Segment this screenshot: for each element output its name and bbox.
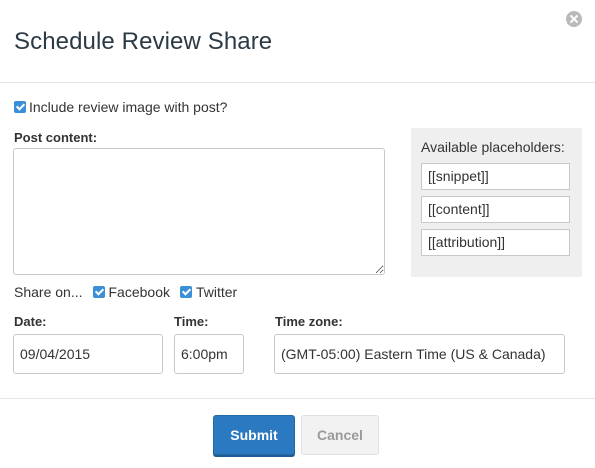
- share-twitter-option[interactable]: Twitter: [179, 284, 238, 300]
- submit-button[interactable]: Submit: [213, 415, 295, 455]
- footer-divider: [0, 398, 595, 399]
- placeholder-content[interactable]: [[content]]: [421, 196, 570, 223]
- include-image-checkbox-row[interactable]: Include review image with post?: [14, 99, 227, 115]
- schedule-review-share-dialog: Schedule Review Share Include review ima…: [0, 0, 595, 468]
- checkbox-checked-icon[interactable]: [14, 101, 26, 113]
- close-icon[interactable]: [566, 11, 582, 27]
- share-facebook-label: Facebook: [108, 284, 170, 300]
- timezone-label: Time zone:: [275, 314, 343, 329]
- dialog-title: Schedule Review Share: [14, 28, 273, 55]
- checkbox-checked-icon[interactable]: [92, 286, 105, 298]
- placeholder-attribution[interactable]: [[attribution]]: [421, 229, 570, 256]
- cancel-button[interactable]: Cancel: [301, 415, 379, 455]
- time-input[interactable]: 6:00pm: [174, 334, 244, 374]
- placeholders-title: Available placeholders:: [421, 139, 565, 155]
- post-content-textarea[interactable]: [13, 148, 385, 275]
- placeholder-snippet[interactable]: [[snippet]]: [421, 163, 570, 190]
- timezone-select[interactable]: (GMT-05:00) Eastern Time (US & Canada): [274, 334, 565, 374]
- post-content-label: Post content:: [14, 130, 98, 145]
- share-twitter-label: Twitter: [195, 284, 238, 300]
- checkbox-checked-icon[interactable]: [179, 286, 192, 298]
- share-facebook-option[interactable]: Facebook: [92, 284, 170, 300]
- date-input[interactable]: 09/04/2015: [13, 334, 163, 374]
- share-on-row: Share on... Facebook Twitter: [14, 284, 237, 300]
- time-label: Time:: [174, 314, 209, 329]
- available-placeholders-panel: Available placeholders: [[snippet]] [[co…: [411, 128, 582, 277]
- date-label: Date:: [14, 314, 47, 329]
- share-on-label: Share on...: [14, 284, 83, 300]
- include-image-label: Include review image with post?: [29, 99, 228, 115]
- header-divider: [0, 82, 595, 83]
